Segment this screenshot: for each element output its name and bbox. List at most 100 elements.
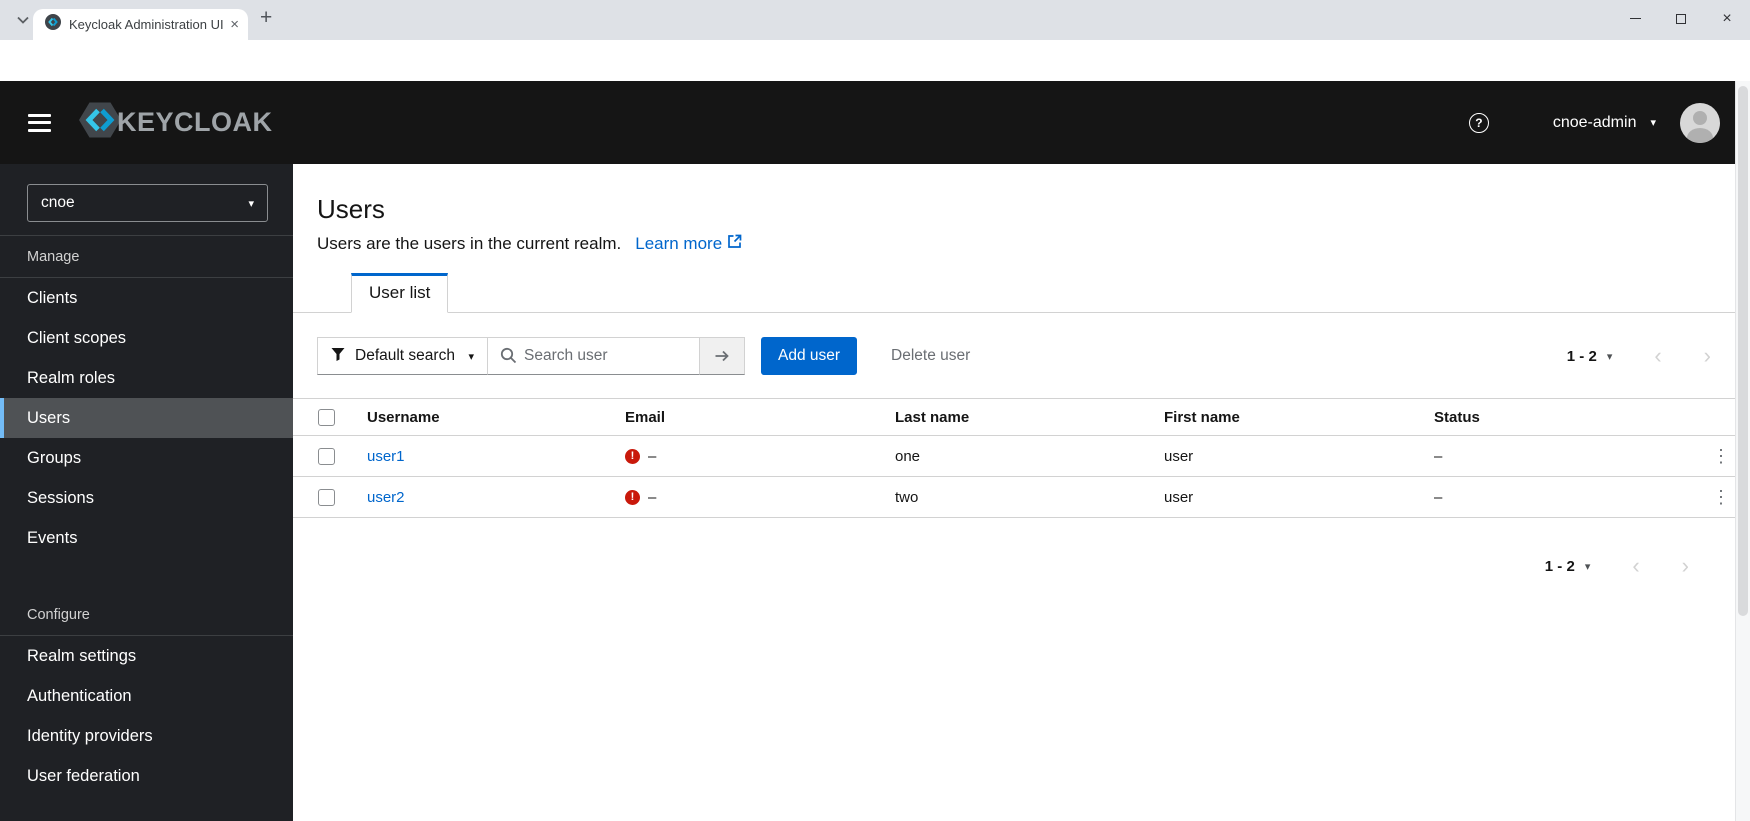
sidebar-item-users[interactable]: Users [0,398,293,438]
page-description-row: Users are the users in the current realm… [317,234,1711,254]
select-all-checkbox[interactable] [318,408,335,426]
column-header-username: Username [367,408,440,426]
close-icon: × [1722,9,1732,27]
address-bar: Not secure https://cnoe.localtest.me:844… [0,40,1750,115]
column-header-last-name: Last name [895,408,970,426]
sidebar-item-clients[interactable]: Clients [0,278,293,318]
window-controls: × [1612,0,1750,37]
email-value: – [648,447,657,465]
search-submit-button[interactable] [700,337,745,375]
pagination-range[interactable]: 1 - 2 [1567,348,1597,365]
table-row: user2 ! – two user – ⋮ [293,477,1735,518]
sidebar-item-realm-roles[interactable]: Realm roles [0,358,293,398]
row-actions-kebab-icon[interactable]: ⋮ [1707,446,1735,467]
previous-page-icon[interactable]: ‹ [1654,345,1661,367]
pagination-range[interactable]: 1 - 2 [1545,558,1575,575]
sidebar-item-events[interactable]: Events [0,518,293,558]
avatar-body [1687,127,1713,143]
column-header-email: Email [625,408,666,426]
next-page-icon[interactable]: › [1704,345,1711,367]
caret-down-icon[interactable]: ▾ [1607,350,1613,363]
minimize-button[interactable] [1612,0,1658,37]
avatar[interactable] [1680,102,1720,143]
email-value: – [648,488,657,506]
caret-down-icon: ▾ [468,350,474,363]
page-description: Users are the users in the current realm… [317,234,622,253]
row-select-cell [293,447,367,465]
browser-tab[interactable]: Keycloak Administration UI × [33,9,248,40]
current-username: cnoe-admin [1552,113,1637,131]
help-icon[interactable]: ? [1468,112,1489,133]
row-actions-kebab-icon[interactable]: ⋮ [1707,487,1735,508]
search-icon [500,347,517,369]
search-input[interactable] [488,337,700,375]
realm-name: cnoe [41,194,75,211]
learn-more-label: Learn more [635,234,723,253]
browser-tab-strip: Keycloak Administration UI × + × [0,0,1750,40]
username-cell: user2 [367,489,625,506]
select-all-cell [293,408,367,426]
keycloak-logo[interactable]: KEYCLOAK [74,96,273,149]
search-type-dropdown[interactable]: Default search ▾ [317,337,488,375]
scrollbar-thumb[interactable] [1738,86,1748,616]
email-error-icon: ! [625,448,640,464]
last-name-cell: two [895,488,919,506]
masthead: KEYCLOAK ? cnoe-admin ▾ [0,81,1735,164]
search-field-wrap [488,337,700,375]
user-menu[interactable]: cnoe-admin ▾ [1553,114,1656,132]
email-error-icon: ! [625,489,640,505]
main-content: Users Users are the users in the current… [293,164,1735,821]
tab-user-list[interactable]: User list [351,273,449,313]
sidebar-item-realm-settings[interactable]: Realm settings [0,636,293,676]
masthead-right: ? cnoe-admin ▾ [1468,102,1735,143]
learn-more-link[interactable]: Learn more [635,234,742,254]
page-scrollbar[interactable] [1735,81,1750,821]
avatar-head [1693,110,1707,125]
realm-selector[interactable]: cnoe ▾ [27,184,268,222]
add-user-button[interactable]: Add user [761,337,858,375]
search-type-label: Default search [355,347,455,364]
bottom-pagination: 1 - 2 ▾ ‹ › [293,555,1735,577]
tab-close-icon[interactable]: × [230,17,239,32]
table-header-row: Username Email Last name First name Stat… [293,398,1735,436]
tab-bar: User list [293,272,1735,313]
filter-funnel-icon [331,347,345,366]
sidebar-item-groups[interactable]: Groups [0,438,293,478]
chevron-down-icon [17,11,29,29]
nav-toggle-hamburger-icon[interactable] [28,113,51,132]
page-header: Users Users are the users in the current… [293,164,1735,254]
tab-search-button[interactable] [13,10,33,30]
maximize-button[interactable] [1658,0,1704,37]
caret-down-icon[interactable]: ▾ [1585,560,1591,573]
column-header-first-name: First name [1164,408,1240,426]
email-cell: ! – [625,489,895,506]
manage-nav-list: Clients Client scopes Realm roles Users … [0,278,293,558]
sidebar-item-client-scopes[interactable]: Client scopes [0,318,293,358]
sidebar: cnoe ▾ Manage Clients Client scopes Real… [0,164,293,821]
top-pagination: 1 - 2 ▾ ‹ › [1567,345,1711,367]
maximize-icon [1676,13,1686,24]
new-tab-button[interactable]: + [260,7,272,28]
email-cell: ! – [625,448,895,465]
last-name-cell: one [895,447,921,465]
sidebar-item-sessions[interactable]: Sessions [0,478,293,518]
row-checkbox[interactable] [318,447,335,465]
sidebar-item-identity-providers[interactable]: Identity providers [0,716,293,756]
previous-page-icon[interactable]: ‹ [1632,555,1639,577]
sidebar-item-authentication[interactable]: Authentication [0,676,293,716]
row-checkbox[interactable] [318,488,335,506]
configure-nav-list: Realm settings Authentication Identity p… [0,636,293,796]
users-table: Username Email Last name First name Stat… [293,398,1735,518]
nav-group-manage-title: Manage [27,249,80,265]
user-link[interactable]: user2 [367,489,405,506]
close-window-button[interactable]: × [1704,0,1750,37]
first-name-cell: user [1164,488,1194,506]
next-page-icon[interactable]: › [1682,555,1689,577]
user-link[interactable]: user1 [367,448,405,465]
delete-user-button[interactable]: Delete user [891,347,970,365]
minimize-icon [1629,17,1641,20]
sidebar-item-user-federation[interactable]: User federation [0,756,293,796]
page-title: Users [317,194,385,224]
tab-title: Keycloak Administration UI [69,17,224,32]
caret-down-icon: ▾ [248,197,254,210]
